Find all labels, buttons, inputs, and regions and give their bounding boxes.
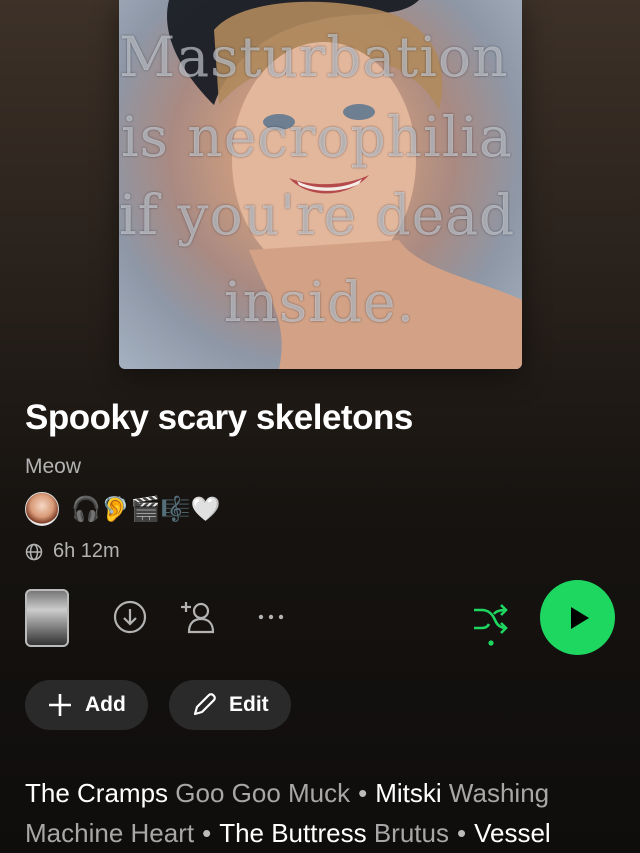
duration-text: 6h 12m (53, 540, 120, 562)
cover-text-line: if you're dead (119, 183, 516, 247)
track-title: Brutus (373, 818, 449, 848)
playlist-owner[interactable]: Meow (25, 455, 81, 479)
playlist-thumbnail[interactable] (25, 589, 69, 647)
separator-dot: • (358, 778, 368, 808)
edit-button-label: Edit (229, 693, 269, 716)
track-title: Goo Goo Muck (175, 778, 351, 808)
pencil-icon (193, 693, 216, 716)
playlist-title: Spooky scary skeletons (25, 398, 413, 437)
globe-icon (25, 543, 43, 560)
play-button[interactable] (540, 580, 615, 655)
avatar[interactable] (25, 492, 59, 526)
cover-text-line: is necrophilia (121, 105, 513, 169)
plus-icon (49, 694, 71, 716)
collaborators-row[interactable]: 🎧🦻🎬🎼🤍 (25, 492, 220, 526)
track-artist: The Cramps (25, 778, 169, 808)
add-button[interactable]: Add (25, 680, 148, 730)
cover-text-line: inside. (224, 270, 416, 334)
add-button-label: Add (85, 693, 126, 716)
track-artist: The Buttress (219, 818, 367, 848)
playlist-controls (25, 580, 615, 655)
playlist-cover-art: Masturbation is necrophilia if you're de… (119, 0, 522, 369)
shuffle-icon[interactable] (472, 601, 510, 647)
edit-button[interactable]: Edit (169, 680, 291, 730)
track-artist: Vessel (474, 818, 551, 848)
play-icon (570, 606, 589, 629)
track-preview-list: The Cramps Goo Goo Muck • Mitski Washing M… (25, 773, 625, 853)
invite-collaborator-icon[interactable] (180, 599, 216, 635)
cover-text-line: Masturbation (119, 25, 509, 89)
download-icon[interactable] (112, 599, 148, 635)
playlist-duration: 6h 12m (25, 540, 120, 563)
track-artist: Mitski (375, 778, 442, 808)
collaborator-emojis: 🎧🦻🎬🎼🤍 (71, 495, 221, 523)
more-options-icon[interactable] (253, 599, 289, 635)
separator-dot: • (202, 818, 212, 848)
separator-dot: • (456, 818, 467, 848)
